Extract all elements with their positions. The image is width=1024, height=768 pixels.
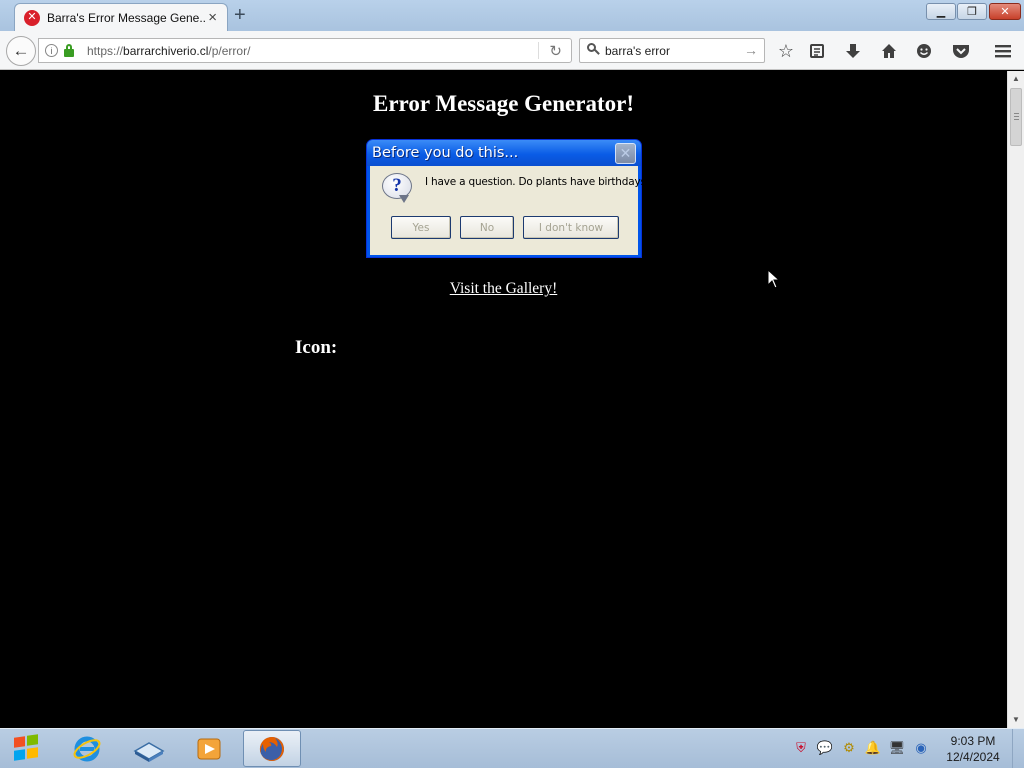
dialog-body: ? I have a question. Do plants have birt… bbox=[370, 166, 651, 255]
dont-know-button[interactable]: I don't know bbox=[523, 216, 619, 239]
security-shield-icon[interactable]: ⛨ bbox=[792, 739, 810, 757]
search-input[interactable]: barra's error bbox=[605, 44, 670, 58]
url-text[interactable]: https://barrarchiverio.cl/p/error/ bbox=[87, 44, 250, 58]
back-button[interactable]: ← bbox=[6, 36, 36, 66]
downloads-icon[interactable] bbox=[840, 38, 866, 64]
browser-tab[interactable]: ✕ Barra's Error Message Gene... × bbox=[14, 3, 228, 31]
reload-icon[interactable]: ↻ bbox=[549, 42, 562, 60]
dialog-close-button[interactable]: ✕ bbox=[615, 142, 636, 164]
bookmark-star-icon[interactable]: ☆ bbox=[773, 38, 799, 64]
system-tray: ⛨ 💬 ⚙ 🔔 🖥 ◉ bbox=[792, 739, 930, 759]
navigation-toolbar: ← i https://barrarchiverio.cl/p/error/ ↻… bbox=[0, 31, 1024, 70]
question-icon: ? bbox=[382, 173, 413, 204]
icon-section-label: Icon: bbox=[295, 337, 338, 358]
search-go-arrow-icon[interactable]: → bbox=[744, 42, 758, 58]
internet-explorer-icon[interactable] bbox=[58, 730, 116, 767]
visit-gallery-link[interactable]: Visit the Gallery! bbox=[0, 280, 1007, 298]
tab-title: Barra's Error Message Gene... bbox=[47, 10, 205, 25]
new-tab-button[interactable]: + bbox=[234, 4, 246, 27]
page-content: Error Message Generator! Before you do t… bbox=[0, 71, 1007, 728]
no-button[interactable]: No bbox=[460, 216, 514, 239]
scroll-thumb[interactable] bbox=[1010, 88, 1022, 146]
error-favicon-icon: ✕ bbox=[24, 9, 40, 26]
error-dialog-preview: Before you do this... ✕ ? I have a quest… bbox=[366, 139, 651, 258]
home-icon[interactable] bbox=[876, 38, 902, 64]
monitor-icon[interactable]: 🖥 bbox=[888, 739, 906, 757]
start-button[interactable] bbox=[6, 731, 48, 767]
tab-strip: ✕ Barra's Error Message Gene... × + ▁ ❐ … bbox=[0, 0, 1024, 31]
lock-icon bbox=[64, 44, 74, 57]
dialog-titlebar: Before you do this... ✕ bbox=[367, 140, 641, 166]
scroll-down-arrow-icon[interactable]: ▼ bbox=[1008, 712, 1024, 728]
tab-close-icon[interactable]: × bbox=[208, 9, 217, 26]
page-title: Error Message Generator! bbox=[373, 91, 634, 116]
restore-button[interactable]: ❐ bbox=[957, 3, 987, 20]
firefox-icon[interactable] bbox=[243, 730, 301, 767]
vertical-scrollbar[interactable]: ▲ ▼ bbox=[1007, 71, 1024, 728]
scroll-up-arrow-icon[interactable]: ▲ bbox=[1008, 71, 1024, 87]
hello-icon[interactable] bbox=[911, 38, 937, 64]
url-path: /p/error/ bbox=[208, 44, 251, 58]
clock-time: 9:03 PM bbox=[950, 734, 996, 748]
network-plug-icon[interactable]: ⚙ bbox=[840, 739, 858, 757]
window-close-button[interactable]: ✕ bbox=[989, 3, 1021, 20]
search-icon bbox=[587, 43, 600, 55]
reading-list-icon[interactable] bbox=[804, 38, 830, 64]
update-icon[interactable]: ◉ bbox=[912, 739, 930, 757]
clock-date: 12/4/2024 bbox=[946, 750, 1000, 764]
clock[interactable]: 9:03 PM 12/4/2024 bbox=[938, 733, 1008, 765]
minimize-button[interactable]: ▁ bbox=[926, 3, 956, 20]
search-bar[interactable]: barra's error → bbox=[579, 38, 765, 63]
book-app-icon[interactable] bbox=[120, 730, 178, 767]
yes-button[interactable]: Yes bbox=[391, 216, 451, 239]
url-host: barrarchiverio.cl bbox=[123, 44, 209, 58]
media-player-icon[interactable] bbox=[180, 730, 238, 767]
back-arrow-icon: ← bbox=[12, 41, 30, 60]
dialog-message: I have a question. Do plants have birthd… bbox=[425, 176, 652, 188]
menu-icon[interactable] bbox=[990, 38, 1016, 64]
site-info-icon[interactable]: i bbox=[45, 44, 58, 57]
url-divider bbox=[538, 42, 539, 59]
pocket-icon[interactable] bbox=[948, 38, 974, 64]
url-bar[interactable]: i https://barrarchiverio.cl/p/error/ ↻ bbox=[38, 38, 572, 63]
notification-bell-icon[interactable]: 🔔 bbox=[864, 739, 882, 757]
taskbar: ⛨ 💬 ⚙ 🔔 🖥 ◉ 9:03 PM 12/4/2024 bbox=[0, 728, 1024, 768]
dialog-title: Before you do this... bbox=[372, 145, 519, 161]
chat-bubble-icon[interactable]: 💬 bbox=[816, 739, 834, 757]
url-prefix: https:// bbox=[87, 44, 124, 58]
show-desktop-button[interactable] bbox=[1012, 729, 1024, 768]
mouse-cursor-icon bbox=[767, 269, 781, 289]
